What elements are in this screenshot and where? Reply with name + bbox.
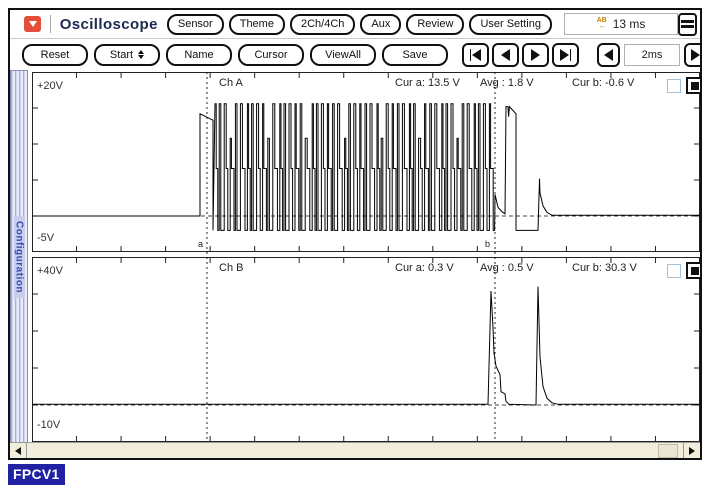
title-separator — [50, 15, 51, 33]
channel-b-min-label: -10V — [37, 419, 60, 431]
channel-b-avg-value: Avg : 0.5 V — [480, 262, 534, 274]
record-navigation — [462, 43, 579, 67]
horizontal-scrollbar[interactable] — [10, 442, 700, 458]
scope-display: Ch A Cur a: 13.5 V Avg : 1.8 V Cur b: -0… — [32, 72, 700, 442]
name-button[interactable]: Name — [166, 44, 232, 66]
reset-button[interactable]: Reset — [22, 44, 88, 66]
left-triangle-icon — [472, 49, 481, 61]
user-setting-button[interactable]: User Setting — [469, 14, 552, 35]
channel-a-display-toggle[interactable] — [686, 77, 702, 94]
channel-b-name: Ch B — [219, 262, 243, 274]
menu-bar — [681, 25, 694, 28]
channel-a-cursor-a-value: Cur a: 13.5 V — [395, 77, 460, 89]
scroll-right-button[interactable] — [683, 443, 700, 458]
start-label: Start — [110, 49, 133, 61]
viewall-button[interactable]: ViewAll — [310, 44, 376, 66]
app-title: Oscilloscope — [60, 16, 158, 33]
channel-mode-button[interactable]: 2Ch/4Ch — [290, 14, 355, 35]
bar-icon — [570, 49, 571, 61]
app-menu-icon[interactable] — [24, 16, 41, 32]
channel-a-checkbox[interactable] — [667, 79, 681, 93]
channel-a-avg-value: Avg : 1.8 V — [480, 77, 534, 89]
cursor-delta-readout: AB↔ 13 ms — [564, 13, 678, 35]
bar-icon — [470, 49, 471, 61]
dropdown-arrow-icon — [29, 21, 37, 27]
scroll-left-button[interactable] — [10, 443, 27, 458]
configuration-tab[interactable]: Configuration — [10, 70, 28, 444]
right-triangle-icon — [531, 49, 540, 61]
device-badge: FPCV1 — [8, 464, 65, 485]
timebase-control: 2ms — [597, 43, 702, 67]
title-bar: Oscilloscope Sensor Theme 2Ch/4Ch Aux Re… — [10, 10, 700, 39]
right-triangle-icon — [691, 49, 700, 61]
channel-b-cursor-a-value: Cur a: 0.3 V — [395, 262, 454, 274]
channel-a-max-label: +20V — [37, 80, 63, 92]
cursor-b-label[interactable]: b — [485, 239, 490, 249]
scrollbar-thumb[interactable] — [658, 444, 678, 458]
prev-record-button[interactable] — [492, 43, 519, 67]
cursor-a-label[interactable]: a — [198, 239, 203, 249]
channel-a-name: Ch A — [219, 77, 243, 89]
left-triangle-icon — [501, 49, 510, 61]
save-button[interactable]: Save — [382, 44, 448, 66]
last-record-button[interactable] — [552, 43, 579, 67]
channel-b-checkbox[interactable] — [667, 264, 681, 278]
right-triangle-icon — [689, 447, 695, 455]
channel-b-display-toggle[interactable] — [686, 262, 702, 279]
channel-b-max-label: +40V — [37, 265, 63, 277]
spinner-icon — [138, 50, 144, 59]
channel-a-min-label: -5V — [37, 232, 54, 244]
first-record-button[interactable] — [462, 43, 489, 67]
right-triangle-icon — [560, 49, 569, 61]
waveform-canvas — [32, 72, 700, 442]
oscilloscope-window: Oscilloscope Sensor Theme 2Ch/4Ch Aux Re… — [8, 8, 702, 460]
start-button[interactable]: Start — [94, 44, 160, 66]
cursor-button[interactable]: Cursor — [238, 44, 304, 66]
configuration-tab-label: Configuration — [14, 216, 25, 298]
sensor-button[interactable]: Sensor — [167, 14, 224, 35]
cursor-delta-value: 13 ms — [613, 17, 646, 31]
aux-button[interactable]: Aux — [360, 14, 401, 35]
theme-button[interactable]: Theme — [229, 14, 285, 35]
menu-bar — [681, 20, 694, 23]
timebase-value: 2ms — [624, 44, 680, 66]
control-toolbar: Reset Start Name Cursor ViewAll Save 2ms — [10, 39, 700, 70]
timebase-increase-button[interactable] — [684, 43, 702, 67]
checkbox-fill — [691, 267, 699, 275]
menu-icon[interactable] — [678, 13, 697, 36]
left-triangle-icon — [15, 447, 21, 455]
timebase-decrease-button[interactable] — [597, 43, 620, 67]
channel-a-cursor-b-value: Cur b: -0.6 V — [572, 77, 634, 89]
review-button[interactable]: Review — [406, 14, 464, 35]
next-record-button[interactable] — [522, 43, 549, 67]
channel-b-cursor-b-value: Cur b: 30.3 V — [572, 262, 637, 274]
checkbox-fill — [691, 82, 699, 90]
cursor-delta-icon: AB↔ — [597, 18, 607, 30]
left-triangle-icon — [604, 49, 613, 61]
